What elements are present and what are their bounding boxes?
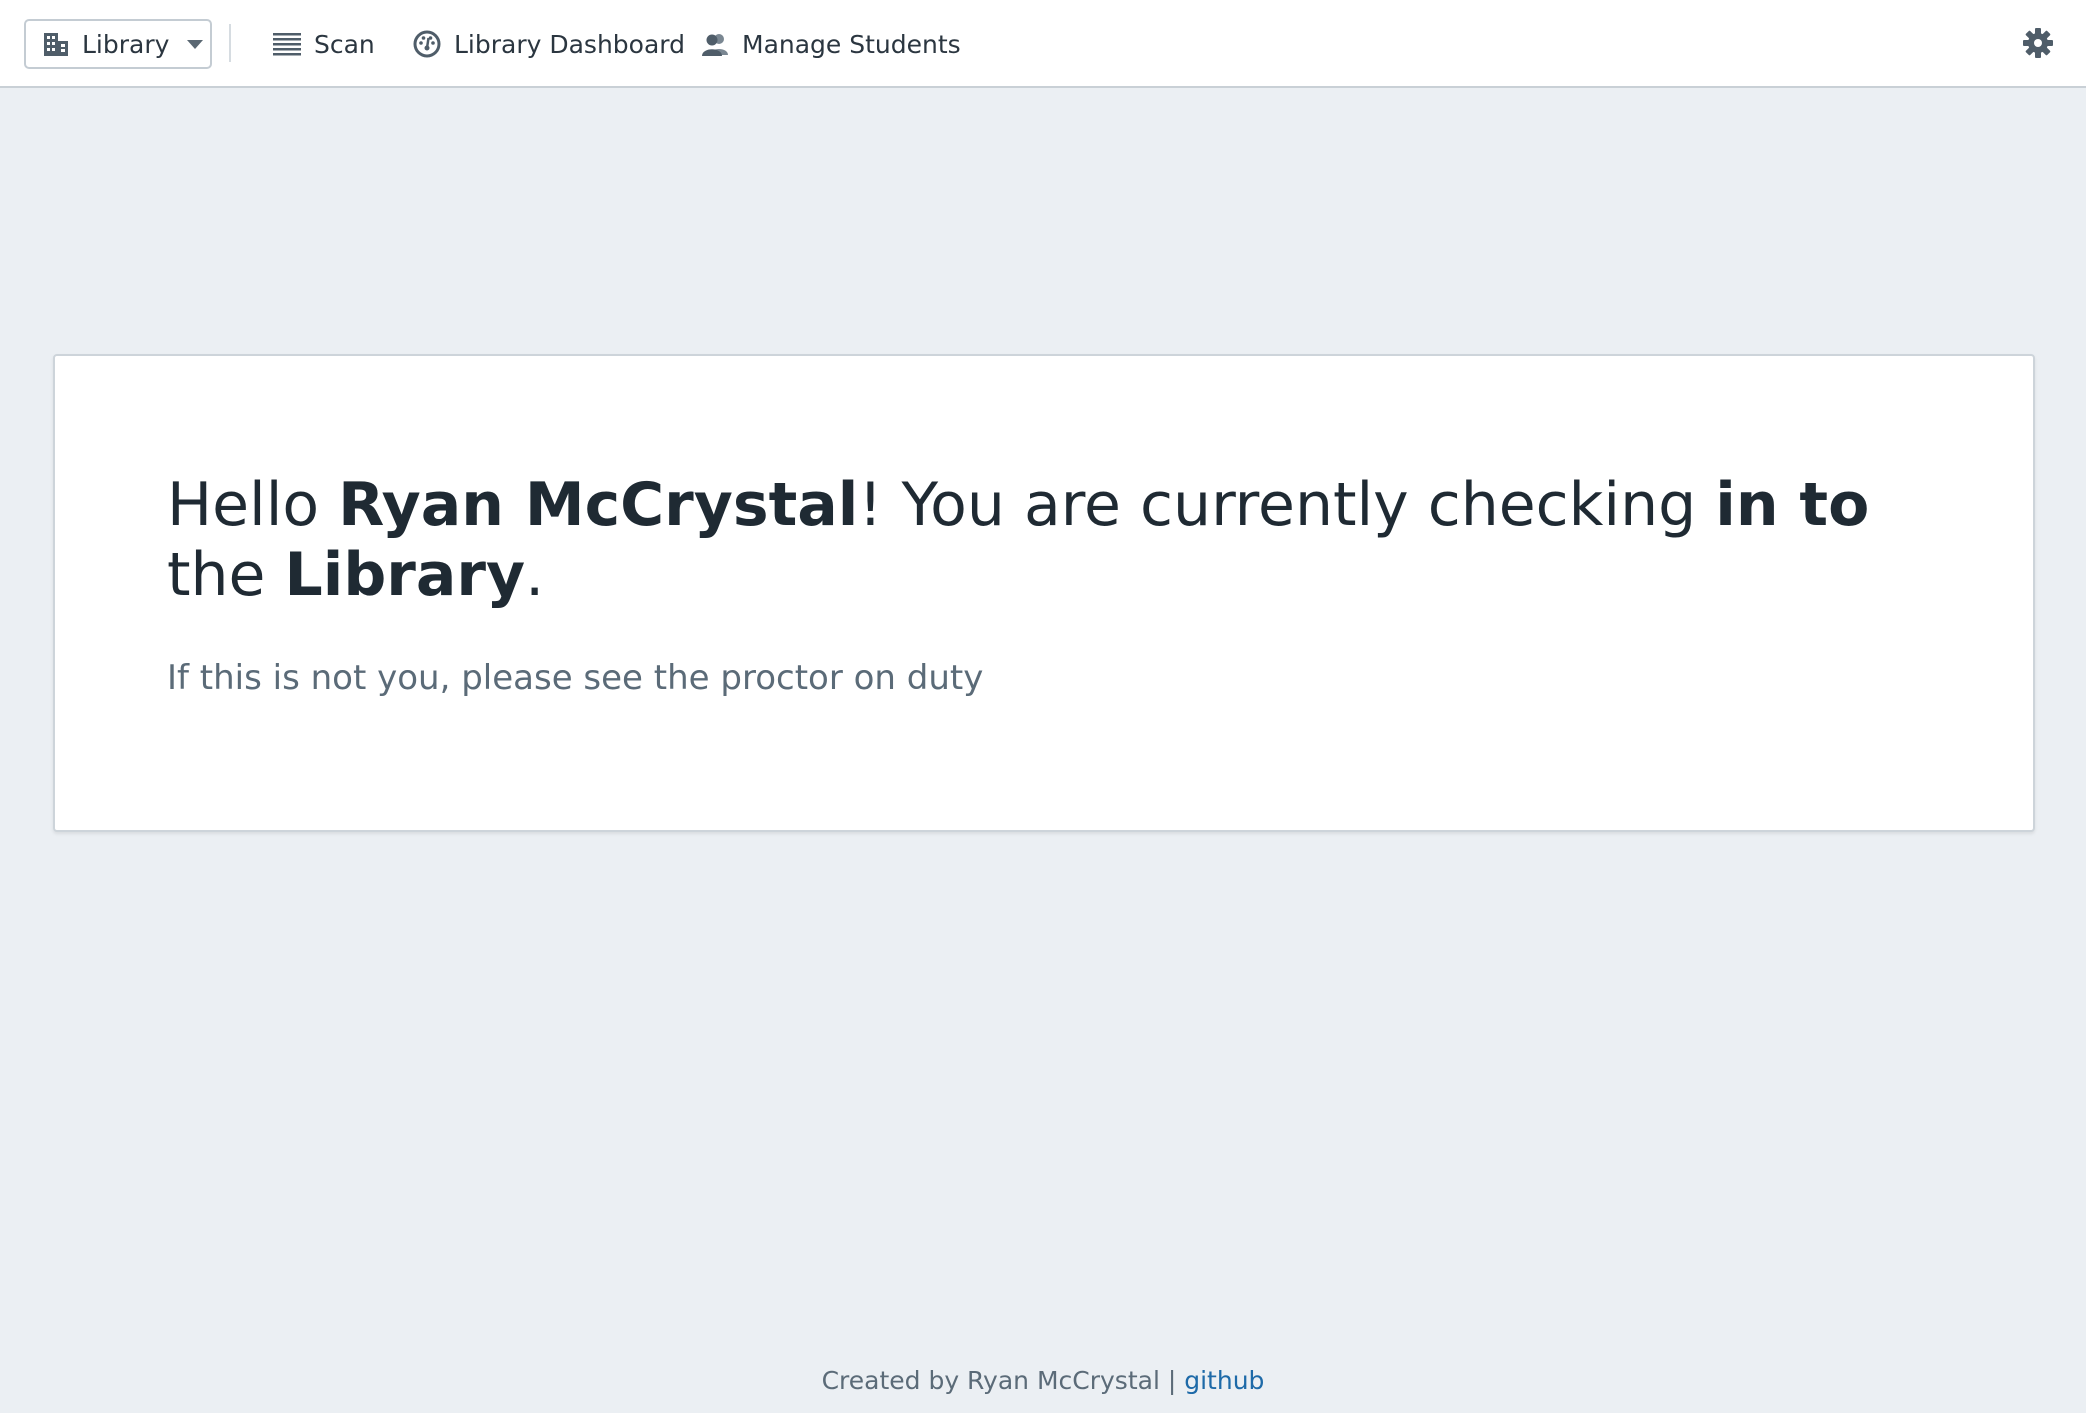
dashboard-gauge-icon	[412, 29, 442, 59]
nav-scan[interactable]: Scan	[272, 24, 375, 64]
nav-library-dashboard-label: Library Dashboard	[454, 29, 685, 59]
settings-button[interactable]	[2022, 27, 2054, 59]
user-name: Ryan McCrystal	[338, 470, 859, 540]
github-link[interactable]: github	[1184, 1366, 1264, 1395]
users-icon	[700, 31, 730, 57]
checkin-confirmation-card: Hello Ryan McCrystal! You are currently …	[53, 354, 2035, 832]
not-you-notice: If this is not you, please see the proct…	[167, 658, 984, 698]
nav-manage-students[interactable]: Manage Students	[700, 24, 961, 64]
checkin-message: Hello Ryan McCrystal! You are currently …	[167, 470, 1947, 610]
top-navbar: Library Scan Library Dashboard Manage St…	[0, 0, 2086, 88]
message-before-location: the	[167, 540, 285, 610]
location-selector-button[interactable]: Library	[24, 19, 212, 69]
nav-library-dashboard[interactable]: Library Dashboard	[412, 24, 685, 64]
chevron-down-icon	[187, 39, 204, 49]
message-end: .	[525, 540, 545, 610]
navbar-divider	[229, 24, 231, 62]
gear-icon	[2022, 27, 2054, 59]
building-icon	[42, 30, 70, 58]
nav-scan-label: Scan	[314, 29, 375, 59]
barcode-list-icon	[272, 30, 302, 58]
location-selector-label: Library	[82, 29, 170, 59]
nav-manage-students-label: Manage Students	[742, 29, 961, 59]
greeting-prefix: Hello	[167, 470, 339, 540]
message-middle: ! You are currently checking	[858, 470, 1716, 540]
location-name: Library	[284, 540, 526, 610]
checkin-direction: in to	[1715, 470, 1870, 540]
footer-credit: Created by Ryan McCrystal |	[821, 1366, 1185, 1395]
footer: Created by Ryan McCrystal | github	[0, 1366, 2086, 1395]
